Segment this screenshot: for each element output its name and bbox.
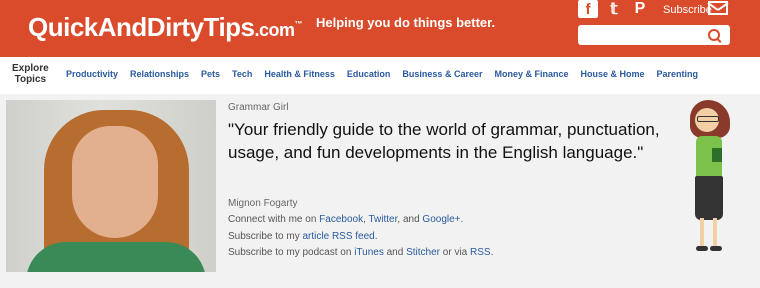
explore-topics-label: Explore Topics <box>12 63 49 85</box>
search-icon[interactable] <box>708 29 720 41</box>
podcast-rss-link[interactable]: RSS <box>470 247 491 258</box>
connect-prefix: Connect with me on <box>228 214 320 225</box>
twitter-icon[interactable]: 𝕥 <box>604 0 624 18</box>
itunes-link[interactable]: iTunes <box>354 247 384 258</box>
nav-item-education[interactable]: Education <box>347 69 391 79</box>
facebook-link[interactable]: Facebook <box>319 214 363 225</box>
podcast-sep-1: and <box>383 247 407 258</box>
nav-item-business-career[interactable]: Business & Career <box>402 69 482 79</box>
mail-icon[interactable] <box>708 1 728 15</box>
topics-nav: Explore Topics Productivity Relationship… <box>0 57 760 95</box>
rss-line: Subscribe to my article RSS feed. <box>228 231 378 242</box>
logo-text-dirty: DirtyTips <box>146 12 255 42</box>
nav-item-money-finance[interactable]: Money & Finance <box>494 69 568 79</box>
photo-shoulders <box>26 242 206 272</box>
logo-text-quick: QuickAnd <box>28 12 147 42</box>
social-icons: f 𝕥 P <box>578 0 650 18</box>
illustration-shoe-left <box>696 246 708 251</box>
nav-item-health-fitness[interactable]: Health & Fitness <box>264 69 335 79</box>
nav-item-pets[interactable]: Pets <box>201 69 220 79</box>
podcast-sep-2: or via <box>440 247 471 258</box>
nav-item-house-home[interactable]: House & Home <box>580 69 644 79</box>
illustration-leg-left <box>700 218 704 246</box>
author-name: Mignon Fogarty <box>228 198 298 209</box>
facebook-icon[interactable]: f <box>578 0 598 18</box>
rss-period: . <box>374 231 378 242</box>
profile-banner: Grammar Girl "Your friendly guide to the… <box>0 94 760 288</box>
photo-face <box>72 126 158 238</box>
article-rss-link[interactable]: article RSS feed <box>302 231 374 242</box>
google-plus-link[interactable]: Google+ <box>422 214 460 225</box>
connect-period: . <box>460 214 464 225</box>
site-header: QuickAndDirtyTips.com™ Helping you do th… <box>0 0 760 57</box>
blog-name: Grammar Girl <box>228 102 289 113</box>
nav-items: Productivity Relationships Pets Tech Hea… <box>66 69 698 79</box>
illustration-leg-right <box>713 218 717 246</box>
blog-quote: "Your friendly guide to the world of gra… <box>228 120 660 162</box>
podcast-period: . <box>490 247 494 258</box>
podcast-prefix: Subscribe to my podcast on <box>228 247 355 258</box>
explore-line-2: Topics <box>14 74 47 85</box>
illustration-skirt <box>695 176 723 220</box>
explore-line-1: Explore <box>12 63 49 74</box>
nav-item-productivity[interactable]: Productivity <box>66 69 118 79</box>
site-tagline: Helping you do things better. <box>316 15 496 30</box>
twitter-link[interactable]: Twitter <box>368 214 397 225</box>
logo-text-com: .com <box>254 20 296 40</box>
glasses-icon <box>697 116 719 122</box>
nav-item-parenting[interactable]: Parenting <box>657 69 699 79</box>
site-logo[interactable]: QuickAndDirtyTips.com™ <box>28 12 303 43</box>
logo-tm: ™ <box>294 19 303 29</box>
rss-prefix: Subscribe to my <box>228 231 303 242</box>
search-input[interactable] <box>578 25 730 45</box>
stitcher-link[interactable]: Stitcher <box>406 247 440 258</box>
pinterest-icon[interactable]: P <box>630 0 650 18</box>
connect-line: Connect with me on Facebook, Twitter, an… <box>228 214 463 225</box>
book-icon <box>712 148 722 162</box>
author-photo <box>6 100 216 272</box>
nav-item-relationships[interactable]: Relationships <box>130 69 189 79</box>
subscribe-link[interactable]: Subscribe <box>663 4 712 16</box>
nav-item-tech[interactable]: Tech <box>232 69 252 79</box>
grammar-girl-illustration <box>682 100 742 278</box>
connect-sep-2: , and <box>397 214 423 225</box>
illustration-shoe-right <box>710 246 722 251</box>
podcast-line: Subscribe to my podcast on iTunes and St… <box>228 247 493 258</box>
